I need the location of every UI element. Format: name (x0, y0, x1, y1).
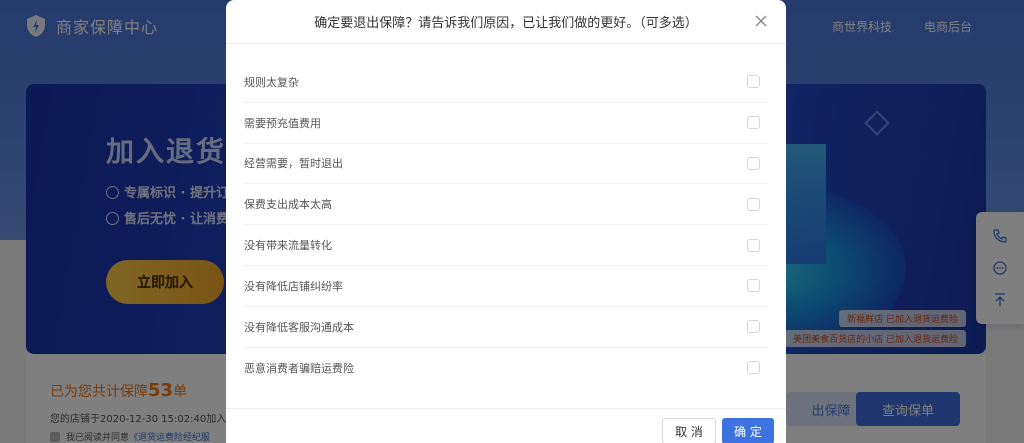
cancel-button[interactable]: 取 消 (662, 418, 716, 443)
reason-label: 没有降低店铺纠纷率 (244, 279, 343, 293)
reason-label: 没有带来流量转化 (244, 239, 332, 253)
reason-option[interactable]: 没有带来流量转化 (244, 225, 768, 266)
reason-label: 保费支出成本太高 (244, 198, 332, 212)
reason-checkbox[interactable] (747, 116, 760, 130)
dialog-title: 确定要退出保障？请告诉我们原因，已让我们做的更好。（可多选） (314, 16, 698, 31)
reason-option[interactable]: 经营需要，暂时退出 (244, 144, 768, 185)
reason-checkbox[interactable] (747, 279, 760, 293)
reason-checkbox[interactable] (747, 320, 760, 334)
reason-label: 没有降低客服沟通成本 (244, 320, 354, 334)
reason-option[interactable]: 规则太复杂 (244, 62, 768, 103)
reason-checkbox[interactable] (747, 238, 760, 252)
reason-option[interactable]: 需要预充值费用 (244, 103, 768, 144)
reason-checkbox[interactable] (747, 197, 760, 211)
confirm-button[interactable]: 确 定 (722, 418, 774, 443)
reason-options-list: 规则太复杂 需要预充值费用 经营需要，暂时退出 保费支出成本太高 没有带来流量转… (226, 44, 786, 388)
reason-option[interactable]: 没有降低店铺纠纷率 (244, 266, 768, 307)
reason-label: 规则太复杂 (244, 75, 299, 89)
reason-option[interactable]: 没有降低客服沟通成本 (244, 307, 768, 348)
close-icon[interactable] (752, 12, 770, 30)
reason-checkbox[interactable] (747, 75, 760, 89)
reason-option[interactable]: 恶意消费者骗赔运费险 (244, 348, 768, 389)
reason-label: 需要预充值费用 (244, 116, 321, 130)
exit-reason-dialog: 确定要退出保障？请告诉我们原因，已让我们做的更好。（可多选） 规则太复杂 需要预… (226, 0, 786, 443)
reason-checkbox[interactable] (747, 361, 760, 375)
dialog-footer: 取 消 确 定 (226, 408, 786, 443)
dialog-header: 确定要退出保障？请告诉我们原因，已让我们做的更好。（可多选） (226, 0, 786, 44)
reason-option[interactable]: 保费支出成本太高 (244, 184, 768, 226)
reason-label: 经营需要，暂时退出 (244, 157, 343, 171)
reason-checkbox[interactable] (747, 156, 760, 170)
reason-label: 恶意消费者骗赔运费险 (244, 361, 354, 375)
